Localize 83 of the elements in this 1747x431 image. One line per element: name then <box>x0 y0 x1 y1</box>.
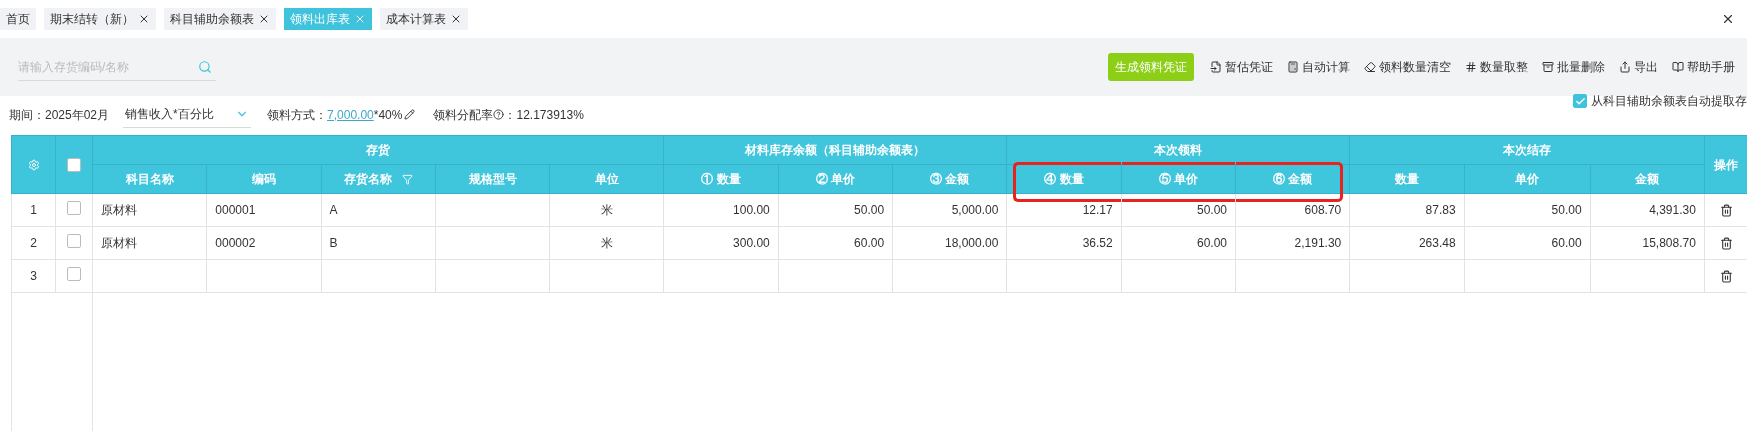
toolbar-button[interactable]: 批量删除 <box>1542 58 1605 76</box>
table-cell: 原材料 <box>101 203 137 217</box>
toolbar-button[interactable]: 帮助手册 <box>1672 58 1735 76</box>
row-number: 2 <box>11 226 56 260</box>
toolbar-button[interactable]: 导出 <box>1619 58 1658 76</box>
tab[interactable]: 成本计算表 <box>380 8 468 30</box>
column-header: 单价 <box>1464 164 1591 194</box>
checkbox[interactable] <box>67 266 81 281</box>
checkbox[interactable] <box>67 200 81 215</box>
table-cell: 5,000.00 <box>951 203 999 217</box>
period-label: 期间： <box>9 106 45 124</box>
help-icon[interactable] <box>493 109 505 120</box>
table-cell: 87.83 <box>1425 203 1456 217</box>
close-icon[interactable] <box>1721 12 1735 26</box>
row-number: 3 <box>11 259 56 293</box>
table-cell: 60.00 <box>1196 236 1227 250</box>
table-cell: 60.00 <box>854 236 885 250</box>
delete-icon[interactable] <box>1719 269 1733 283</box>
toolbar-button[interactable]: 自动计算 <box>1287 58 1350 76</box>
column-header: 存货名称 <box>321 164 436 194</box>
close-icon[interactable] <box>450 13 462 25</box>
table-cell: 263.48 <box>1418 236 1456 250</box>
group-header: 材料库存余额（科目辅助余额表） <box>664 135 1007 165</box>
table-cell: 300.00 <box>733 236 770 250</box>
rate-value: ：12.173913% <box>504 106 584 124</box>
column-header: 操作 <box>1704 135 1747 194</box>
number-icon <box>1465 61 1477 73</box>
rate-text: *40% <box>373 106 403 124</box>
box-icon <box>1542 61 1554 73</box>
table-cell: 50.00 <box>1551 203 1582 217</box>
checkbox[interactable] <box>1573 94 1587 108</box>
table-cell: 50.00 <box>1196 203 1227 217</box>
column-header: 规格型号 <box>435 164 550 194</box>
tab[interactable]: 科目辅助余额表 <box>164 8 276 30</box>
table-cell: 15,808.70 <box>1642 236 1696 250</box>
column-header: 科目名称 <box>92 164 207 194</box>
table-cell: 608.70 <box>1304 203 1342 217</box>
table-cell: 18,000.00 <box>945 236 999 250</box>
book-icon <box>1672 61 1684 73</box>
share-icon <box>1619 61 1631 73</box>
table-cell: 2,191.30 <box>1294 236 1342 250</box>
close-icon[interactable] <box>138 13 150 25</box>
column-header: 数量 <box>1349 164 1465 194</box>
table-cell: 12.17 <box>1082 203 1113 217</box>
table-cell: 米 <box>600 203 613 217</box>
table-cell: 100.00 <box>733 203 770 217</box>
tab[interactable]: 首页 <box>0 8 36 30</box>
tab[interactable]: 期末结转（新） <box>44 8 156 30</box>
delete-icon[interactable] <box>1719 203 1733 217</box>
column-header: ① 数量 <box>664 164 779 194</box>
column-header: 编码 <box>206 164 322 194</box>
group-header: 本次领料 <box>1006 135 1350 165</box>
table-cell: 50.00 <box>854 203 885 217</box>
checkbox[interactable] <box>67 233 81 248</box>
table-cell: 原材料 <box>101 236 137 250</box>
table-cell: 000001 <box>215 203 256 217</box>
toolbar-button[interactable]: 数量取整 <box>1465 58 1528 76</box>
period-value: 2025年02月 <box>45 106 110 124</box>
toolbar-button[interactable]: 暂估凭证 <box>1210 58 1273 76</box>
method-label: 领料方式： <box>267 106 328 124</box>
auto-extract-label: 从科目辅助余额表自动提取存 <box>1591 93 1747 110</box>
column-header: ② 单价 <box>778 164 893 194</box>
row-number: 1 <box>11 193 56 227</box>
delete-icon[interactable] <box>1719 236 1733 250</box>
method-dropdown[interactable]: 销售收入*百分比 <box>123 101 252 128</box>
table-cell: 60.00 <box>1551 236 1582 250</box>
table-cell: A <box>329 203 338 217</box>
table-cell: B <box>329 236 338 250</box>
group-header: 本次结存 <box>1349 135 1705 165</box>
edit-icon[interactable] <box>404 109 416 120</box>
table-cell: 米 <box>600 236 613 250</box>
table-cell: 000002 <box>215 236 256 250</box>
column-header: 单位 <box>549 164 664 194</box>
table-cell: 4,391.30 <box>1649 203 1696 217</box>
table-cell: 36.52 <box>1082 236 1113 250</box>
checkbox[interactable] <box>67 158 81 173</box>
group-header: 存货 <box>92 135 664 165</box>
toolbar-button[interactable]: 领料数量清空 <box>1364 58 1451 76</box>
calculator-icon <box>1287 61 1299 73</box>
eraser-icon <box>1364 61 1376 73</box>
rate-label: 领料分配率 <box>433 106 494 124</box>
column-header: ③ 金额 <box>892 164 1007 194</box>
close-icon[interactable] <box>258 13 270 25</box>
